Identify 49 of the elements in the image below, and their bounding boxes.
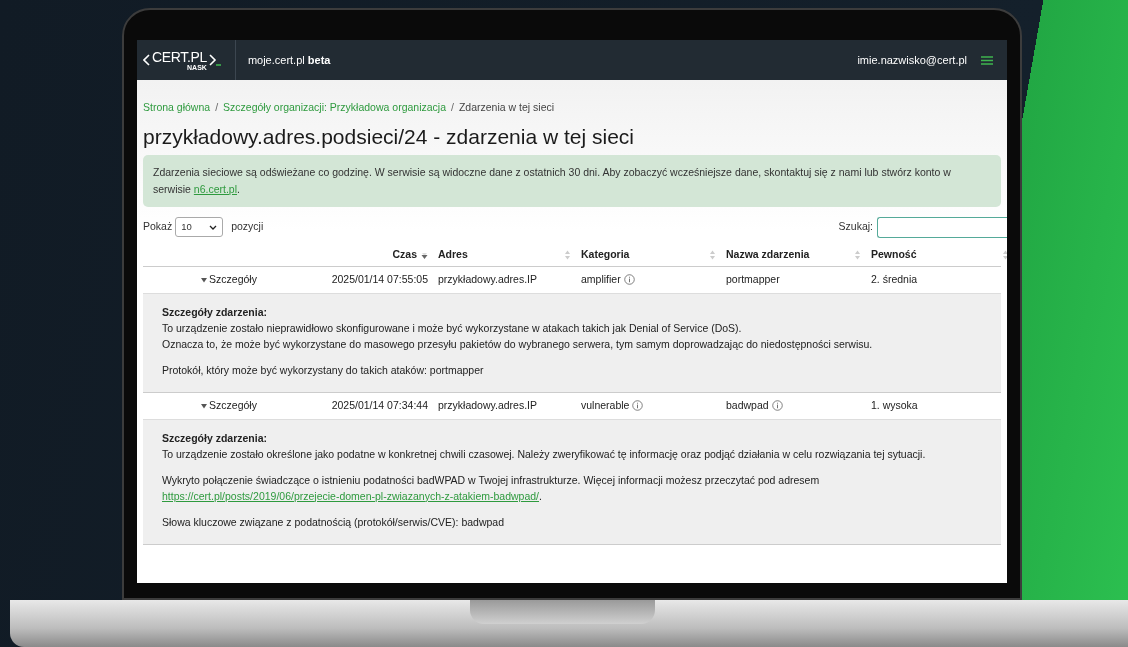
search-field[interactable]: [877, 216, 1007, 238]
search-label: Szukaj:: [838, 219, 873, 235]
column-header[interactable]: Adres: [438, 247, 468, 264]
column-header[interactable]: Pewność: [871, 247, 917, 264]
info-icon[interactable]: [771, 400, 783, 412]
page-title: przykładowy.adres.podsieci/24 - zdarzenia w tej sieci: [143, 123, 635, 150]
details-text: To urządzenie zostało nieprawidłowo skonfigurowane i może być wykorzystane w atakach takich jak Denial of Service (DoS).: [162, 320, 743, 336]
table-cell-text: 2025/01/14 07:55:05: [330, 271, 429, 287]
page-length-select[interactable]: 10: [175, 217, 224, 238]
column-header[interactable]: Nazwa zdarzenia: [726, 247, 810, 264]
table-cell-text: 1. wysoka: [870, 397, 919, 413]
expanded-triangle-icon[interactable]: [201, 402, 208, 409]
expanded-triangle-icon[interactable]: [201, 276, 208, 283]
table-cell-text: portmapper: [726, 271, 780, 287]
table-cell-text: vulnerable: [581, 397, 630, 413]
table-cell-text: przykładowy.adres.IP: [437, 271, 538, 287]
menu-icon[interactable]: [981, 55, 993, 65]
details-text: To urządzenie zostało określone jako podatne w konkretnej chwili czasowej. Należy zweryfikować tę informację oraz podjąć działania w celu rozwiązania tej sytuacji.: [162, 446, 927, 462]
table-cell-text: amplifier: [581, 271, 621, 287]
breadcrumb-current: Zdarzenia w tej sieci: [458, 100, 555, 115]
info-alert: Zdarzenia sieciowe są odświeżane co godzinę. W serwisie są widoczne dane z ostatnich 30 dni. Aby zobaczyć wcześniejsze dane, skontaktuj się z nami lub stwórz konto w serwisie n6.cert.pl.: [143, 154, 1001, 207]
chevron-icon: [143, 54, 150, 66]
column-header[interactable]: Czas: [392, 247, 417, 264]
details-toggle[interactable]: Szczegóły: [209, 397, 257, 414]
site-edition-label: beta: [307, 53, 331, 66]
table-cell-text: 2025/01/14 07:34:44: [330, 397, 429, 413]
table-cell-text: przykładowy.adres.IP: [437, 397, 538, 413]
details-text: Oznacza to, że może być wykorzystane do masowego przesyłu pakietów do wybranego serwera, tym samym doprowadzając do niedostępności serwisu.: [162, 336, 874, 352]
site-name[interactable]: moje.cert.pl: [247, 53, 305, 66]
caret-icon: [209, 224, 218, 230]
details-text: Protokół, który może być wykorzystany do takich ataków: portmapper: [162, 362, 485, 378]
breadcrumb-separator: /: [215, 100, 219, 115]
punctuation: .: [539, 489, 542, 502]
length-label: Pokaż: [143, 219, 173, 235]
info-icon[interactable]: [632, 400, 644, 412]
info-icon[interactable]: [623, 274, 635, 286]
length-suffix: pozycji: [231, 219, 264, 235]
breadcrumb-separator: /: [451, 100, 454, 115]
user-email[interactable]: imie.nazwisko@cert.pl: [857, 51, 967, 69]
column-header[interactable]: Kategoria: [581, 247, 630, 264]
details-toggle[interactable]: Szczegóły: [209, 271, 257, 288]
details-heading: Szczegóły zdarzenia:: [162, 430, 269, 446]
table-cell-text: 2. średnia: [870, 271, 919, 287]
prompt-icon: [208, 54, 221, 66]
table-cell-text: badwpad: [726, 397, 769, 413]
details-text: Słowa kluczowe związane z podatnością (protokół/serwis/CVE): badwpad: [162, 514, 505, 530]
details-heading: Szczegóły zdarzenia:: [162, 304, 269, 320]
logo-text: CERT.PL: [152, 49, 207, 64]
details-text: Wykryto połączenie świadczące o istnieniu podatności badWPAD w Twojej infrastrukturze. Więcej informacji możesz przeczytać pod adresem: [162, 472, 821, 488]
